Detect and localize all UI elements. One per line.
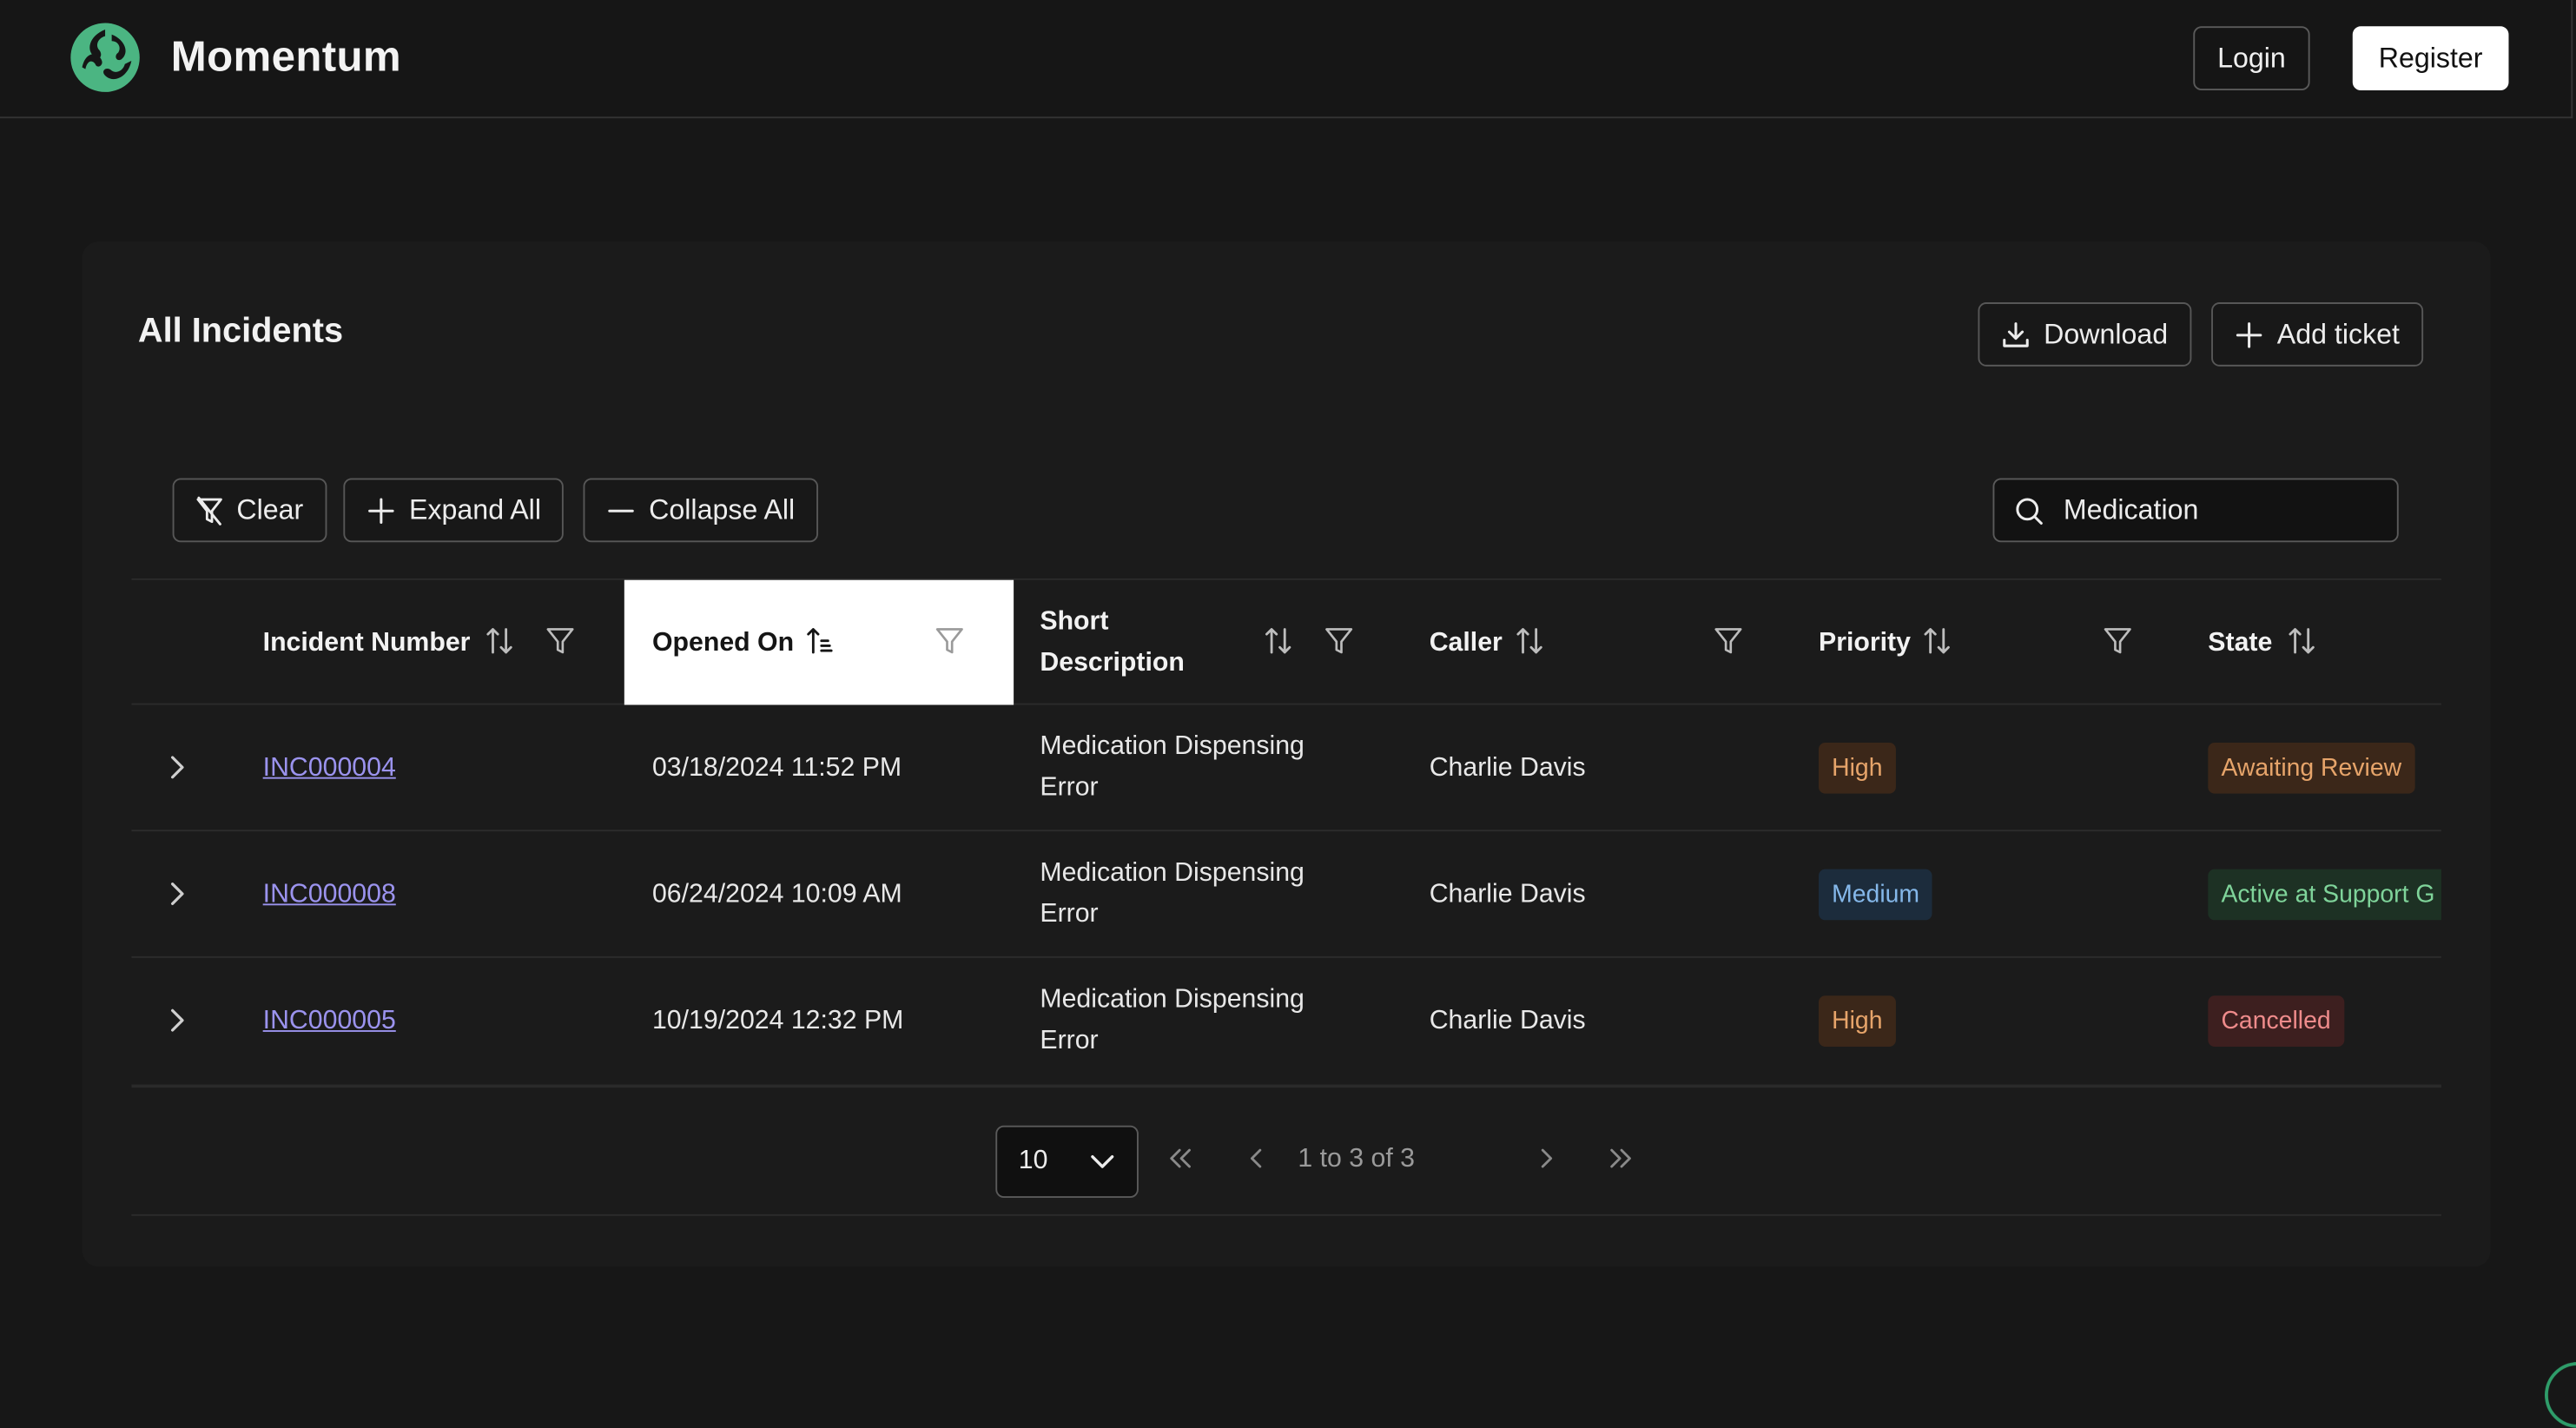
previous-page-icon[interactable] bbox=[1249, 1145, 1265, 1171]
filter-icon[interactable] bbox=[1714, 626, 1743, 656]
column-header-incident-number[interactable]: Incident Number bbox=[263, 580, 624, 705]
download-icon bbox=[2003, 321, 2029, 347]
chevron-right-icon[interactable] bbox=[168, 752, 188, 782]
clear-filters-button[interactable]: Clear bbox=[172, 478, 327, 543]
priority-badge: High bbox=[1819, 743, 1896, 794]
priority-badge: High bbox=[1819, 995, 1896, 1047]
column-header-short-description[interactable]: Short Description bbox=[1040, 580, 1368, 705]
column-header-state[interactable]: State bbox=[2208, 580, 2441, 705]
column-label: Opened On bbox=[651, 628, 795, 657]
opened-on-cell: 10/19/2024 12:32 PM bbox=[651, 1007, 904, 1035]
state-badge: Cancelled bbox=[2208, 995, 2344, 1047]
collapse-all-label: Collapse All bbox=[649, 493, 796, 526]
top-navbar: Momentum Login Register bbox=[0, 0, 2573, 119]
incidents-table: Incident Number Opened On Short Descript… bbox=[131, 578, 2441, 1088]
first-page-icon[interactable] bbox=[1166, 1145, 1192, 1171]
register-button[interactable]: Register bbox=[2352, 26, 2509, 91]
state-badge: Active at Support G bbox=[2208, 869, 2441, 921]
filter-icon[interactable] bbox=[2103, 626, 2132, 656]
priority-badge: Medium bbox=[1819, 869, 1933, 921]
column-label: Short Description bbox=[1040, 607, 1185, 678]
incident-number-link[interactable]: INC000004 bbox=[263, 748, 396, 789]
horizontal-scrollbar[interactable] bbox=[131, 1084, 2441, 1088]
column-label: Priority bbox=[1819, 628, 1911, 657]
column-label: Caller bbox=[1429, 628, 1503, 657]
page-info: 1 to 3 of 3 bbox=[1298, 1145, 1415, 1173]
caller-cell: Charlie Davis bbox=[1429, 754, 1586, 783]
page-size-value: 10 bbox=[1018, 1147, 1048, 1175]
search-input[interactable] bbox=[2063, 493, 2360, 527]
short-description-cell: Medication Dispensing Error bbox=[1040, 985, 1305, 1055]
add-ticket-label: Add ticket bbox=[2276, 318, 2400, 349]
collapse-all-button[interactable]: Collapse All bbox=[583, 478, 818, 543]
opened-on-cell: 06/24/2024 10:09 AM bbox=[651, 880, 902, 909]
column-label: State bbox=[2208, 628, 2273, 657]
column-header-caller[interactable]: Caller bbox=[1430, 580, 1774, 705]
column-header-opened-on[interactable]: Opened On bbox=[624, 579, 1014, 705]
brand-name: Momentum bbox=[170, 30, 402, 81]
table-row[interactable]: INC000004 03/18/2024 11:52 PM Medication… bbox=[131, 704, 2441, 832]
filter-icon[interactable] bbox=[545, 626, 575, 656]
incident-number-link[interactable]: INC000005 bbox=[263, 1001, 396, 1041]
chevron-down-icon bbox=[1091, 1154, 1114, 1168]
incidents-card: All Incidents Download Add ticket Clear … bbox=[82, 241, 2491, 1267]
download-label: Download bbox=[2044, 318, 2169, 349]
column-header-priority[interactable]: Priority bbox=[1819, 580, 2163, 705]
pagination: 10 1 to 3 of 3 bbox=[131, 1113, 2441, 1216]
sort-icon[interactable] bbox=[1924, 626, 1950, 656]
search-icon bbox=[2016, 497, 2043, 525]
add-ticket-button[interactable]: Add ticket bbox=[2211, 302, 2423, 367]
expand-all-button[interactable]: Expand All bbox=[343, 478, 565, 543]
short-description-cell: Medication Dispensing Error bbox=[1040, 732, 1305, 803]
page-title: All Incidents bbox=[137, 312, 344, 350]
table-row[interactable]: INC000008 06/24/2024 10:09 AM Medication… bbox=[131, 831, 2441, 958]
page-size-select[interactable]: 10 bbox=[995, 1125, 1139, 1198]
caller-cell: Charlie Davis bbox=[1429, 880, 1586, 909]
login-button[interactable]: Login bbox=[2193, 26, 2310, 91]
sort-icon[interactable] bbox=[486, 626, 512, 656]
sort-icon[interactable] bbox=[1265, 626, 1291, 656]
last-page-icon[interactable] bbox=[1608, 1145, 1635, 1171]
sort-icon[interactable] bbox=[2289, 626, 2315, 656]
column-label: Incident Number bbox=[262, 628, 471, 657]
incident-number-link[interactable]: INC000008 bbox=[263, 874, 396, 915]
table-row[interactable]: INC000005 10/19/2024 12:32 PM Medication… bbox=[131, 958, 2441, 1085]
download-button[interactable]: Download bbox=[1978, 302, 2191, 367]
app-page: Momentum Login Register All Incidents Do… bbox=[0, 0, 2576, 1428]
filter-clear-icon bbox=[196, 495, 222, 525]
caller-cell: Charlie Davis bbox=[1429, 1007, 1586, 1035]
filter-icon[interactable] bbox=[1324, 626, 1354, 656]
expand-all-label: Expand All bbox=[409, 493, 541, 526]
filter-icon[interactable] bbox=[935, 626, 964, 656]
next-page-icon[interactable] bbox=[1538, 1145, 1555, 1171]
minus-icon bbox=[608, 508, 634, 512]
sort-ascending-icon[interactable] bbox=[807, 626, 833, 656]
clear-label: Clear bbox=[236, 493, 304, 526]
momentum-logo-icon[interactable] bbox=[69, 22, 141, 94]
table-header: Incident Number Opened On Short Descript… bbox=[131, 578, 2441, 705]
state-badge: Awaiting Review bbox=[2208, 743, 2415, 794]
short-description-cell: Medication Dispensing Error bbox=[1040, 859, 1305, 929]
sort-icon[interactable] bbox=[1516, 626, 1542, 656]
plus-icon bbox=[2236, 321, 2262, 347]
chevron-right-icon[interactable] bbox=[168, 879, 188, 909]
search-box[interactable] bbox=[1992, 478, 2399, 543]
opened-on-cell: 03/18/2024 11:52 PM bbox=[651, 754, 902, 783]
plus-icon bbox=[368, 497, 394, 524]
chevron-right-icon[interactable] bbox=[168, 1006, 188, 1035]
